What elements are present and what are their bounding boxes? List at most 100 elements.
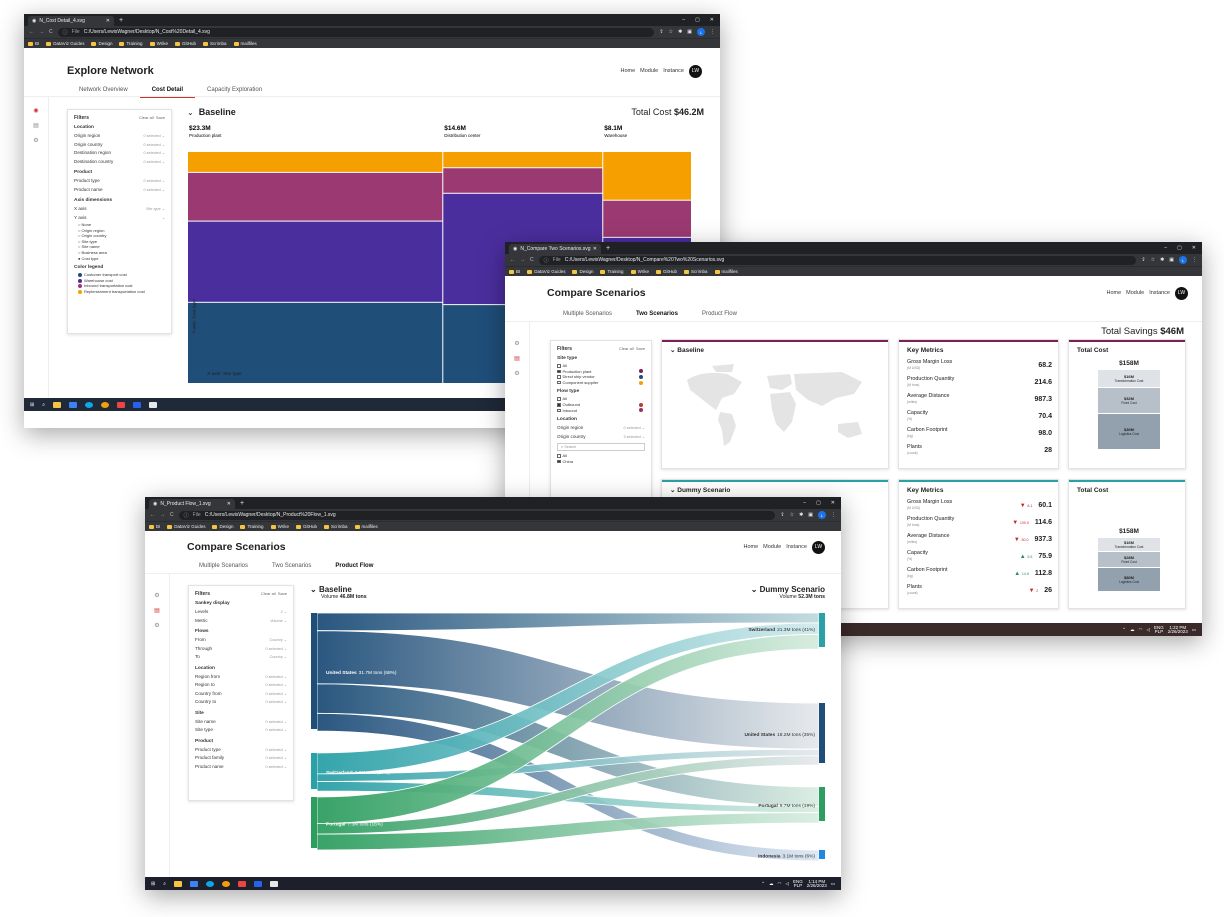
notes-icon[interactable] <box>270 880 279 887</box>
filter-dropdown[interactable]: Origin country 0 selected ⌄ <box>74 141 165 150</box>
extension-icon[interactable]: ✱ <box>799 512 803 518</box>
close-window-icon[interactable]: ✕ <box>1192 245 1196 251</box>
browser-tab[interactable]: ◉ N_Compare Two Scenarios.svg ✕ <box>509 244 601 254</box>
chart-segment[interactable] <box>443 168 603 193</box>
checkbox-option[interactable]: Inbound <box>557 408 645 414</box>
filter-dropdown[interactable]: From Country ⌄ <box>195 636 287 645</box>
filter-dropdown[interactable]: Through 0 selected ⌄ <box>195 645 287 654</box>
filter-dropdown[interactable]: Country to 0 selected ⌄ <box>195 698 287 707</box>
chevron-down-icon[interactable]: ⌄ <box>187 108 194 117</box>
wifi-icon[interactable]: ◠ <box>1139 627 1143 633</box>
new-tab-icon[interactable]: + <box>606 245 610 252</box>
maximize-icon[interactable]: ▢ <box>1177 245 1182 251</box>
notification-icon[interactable]: ▭ <box>1192 627 1196 633</box>
chrome-taskbar-icon[interactable] <box>101 401 110 408</box>
filter-dropdown[interactable]: Product name 0 selected ⌄ <box>195 763 287 772</box>
checkbox[interactable] <box>557 364 561 368</box>
bookmark-item[interactable]: DataViz Guides <box>167 524 205 529</box>
filter-dropdown[interactable]: Site type 0 selected ⌄ <box>195 726 287 735</box>
sankey-node[interactable] <box>819 787 825 821</box>
address-field[interactable]: ⓘ File C:/Users/LewisWagner/Desktop/N_Comp… <box>538 255 1137 265</box>
checkbox[interactable] <box>557 397 561 401</box>
notes-icon[interactable] <box>149 401 158 408</box>
cost-segment[interactable]: $16M Transformation Cost <box>1098 538 1160 552</box>
bookmark-item[interactable]: Design <box>91 41 112 46</box>
filter-dropdown[interactable]: Origin country 3 selected ⌄ <box>557 433 645 442</box>
settings-icon[interactable]: ⚙ <box>33 137 38 144</box>
user-avatar[interactable]: LW <box>689 64 702 78</box>
filter-dropdown[interactable]: X axis Site type ⌄ <box>74 205 165 214</box>
chart-segment[interactable] <box>188 302 443 383</box>
bookmark-item[interactable]: Wrike <box>630 269 649 274</box>
nav-module[interactable]: Module <box>1126 290 1144 296</box>
checkbox[interactable] <box>557 454 561 458</box>
wifi-icon[interactable]: ◠ <box>778 881 782 887</box>
clock[interactable]: 1:22 PM 2/26/2023 <box>1168 625 1188 634</box>
bookmark-item[interactable]: DataViz Guides <box>527 269 565 274</box>
bookmark-item[interactable]: BI <box>509 269 520 274</box>
settings-icon[interactable]: ⚙ <box>154 622 159 629</box>
menu-icon[interactable]: ⋮ <box>831 512 836 518</box>
nav-module[interactable]: Module <box>640 68 658 74</box>
user-avatar[interactable]: LW <box>1175 286 1188 300</box>
maximize-icon[interactable]: ▢ <box>695 17 700 23</box>
filter-dropdown[interactable]: Origin region 0 selected ⌄ <box>557 424 645 433</box>
windows-icon[interactable]: ⊞ <box>151 881 155 887</box>
nav-home[interactable]: Home <box>1106 290 1121 296</box>
minimize-icon[interactable]: – <box>682 17 685 23</box>
sidepanel-icon[interactable]: ▣ <box>808 512 813 518</box>
nav-instance[interactable]: Instance <box>663 68 684 74</box>
chrome-taskbar-icon[interactable] <box>222 880 231 887</box>
sankey-node[interactable] <box>311 797 317 848</box>
filter-dropdown[interactable]: Product family 0 selected ⌄ <box>195 754 287 763</box>
edge-icon[interactable] <box>85 401 94 408</box>
nav-instance[interactable]: Instance <box>786 544 807 550</box>
clear-all-link[interactable]: Clear all <box>619 346 634 351</box>
chart-segment[interactable] <box>603 200 691 237</box>
checkbox[interactable] <box>557 459 561 464</box>
clock[interactable]: 1:14 PM 2/26/2023 <box>807 879 827 888</box>
nav-home[interactable]: Home <box>743 544 758 550</box>
bookmark-item[interactable]: Training <box>119 41 143 46</box>
sankey-node[interactable] <box>819 613 825 647</box>
bookmark-item[interactable]: Design <box>212 524 233 529</box>
network-icon[interactable]: ☁ <box>1130 627 1135 633</box>
close-window-icon[interactable]: ✕ <box>831 500 835 506</box>
settings-icon[interactable]: ⚙ <box>514 370 519 377</box>
edge-icon[interactable] <box>206 880 215 887</box>
profile-avatar[interactable]: L <box>1179 256 1187 264</box>
back-icon[interactable]: ← <box>150 512 155 518</box>
chart-segment[interactable] <box>443 152 603 168</box>
share-icon[interactable]: ⇪ <box>780 512 784 518</box>
nav-module[interactable]: Module <box>763 544 781 550</box>
chart-segment[interactable] <box>188 221 443 302</box>
address-field[interactable]: ⓘ File C:/Users/LewisWagner/Desktop/N_Cost… <box>57 27 655 37</box>
new-tab-icon[interactable]: + <box>119 17 123 24</box>
sankey-node[interactable] <box>819 850 825 859</box>
cost-segment[interactable]: $28M Fixed Cost <box>1098 552 1160 568</box>
bookmark-item[interactable]: BI <box>28 41 39 46</box>
filter-dropdown[interactable]: Region to 0 selected ⌄ <box>195 681 287 690</box>
user-avatar[interactable]: LW <box>812 540 825 554</box>
star-icon[interactable]: ☆ <box>1151 257 1155 263</box>
sankey-node[interactable] <box>819 703 825 763</box>
minimize-icon[interactable]: – <box>803 500 806 506</box>
browser-tab[interactable]: ◉ N_Cost Detail_4.svg ✕ <box>28 16 114 26</box>
cost-segment[interactable]: $32M Fixed Cost <box>1098 388 1160 414</box>
profile-avatar[interactable]: L <box>818 511 826 519</box>
bookmark-item[interactable]: Wrike <box>149 41 168 46</box>
star-icon[interactable]: ☆ <box>669 29 673 35</box>
windows-icon[interactable]: ⊞ <box>30 402 34 408</box>
chart-segment[interactable] <box>188 152 443 172</box>
explore-icon[interactable]: ◉ <box>33 107 38 114</box>
save-link[interactable]: Save <box>278 591 287 596</box>
filter-dropdown[interactable]: Product type 0 selected ⌄ <box>195 746 287 755</box>
search-icon[interactable]: ⌕ <box>42 402 45 408</box>
explore-icon[interactable]: ⚙ <box>154 592 159 599</box>
clear-all-link[interactable]: Clear all <box>261 591 276 596</box>
volume-icon[interactable]: ◁ <box>1146 627 1149 633</box>
cost-segment[interactable]: $30M Logistics Cost <box>1098 414 1160 450</box>
sankey-node[interactable] <box>311 753 317 789</box>
language-indicator[interactable]: ENG PLP <box>793 879 803 888</box>
maximize-icon[interactable]: ▢ <box>816 500 821 506</box>
